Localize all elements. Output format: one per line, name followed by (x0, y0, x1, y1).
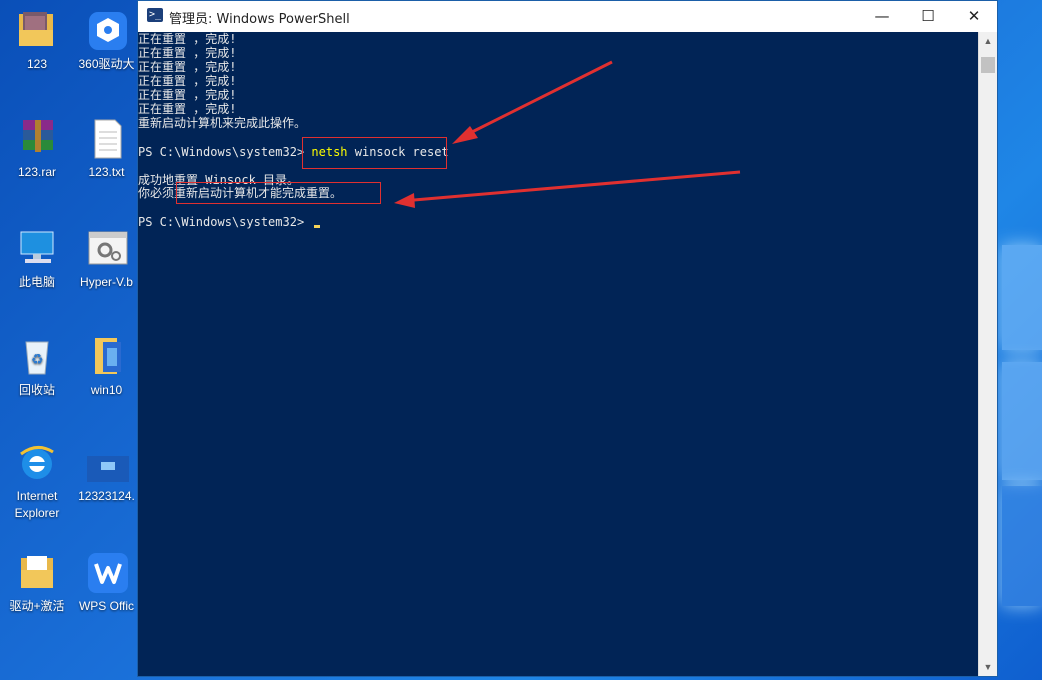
annotation-arrow-line (413, 170, 741, 202)
annotation-arrowhead (394, 193, 415, 208)
annotation-arrowhead (452, 126, 478, 144)
annotation-arrow-line (467, 60, 613, 136)
annotation-arrows (394, 60, 741, 208)
